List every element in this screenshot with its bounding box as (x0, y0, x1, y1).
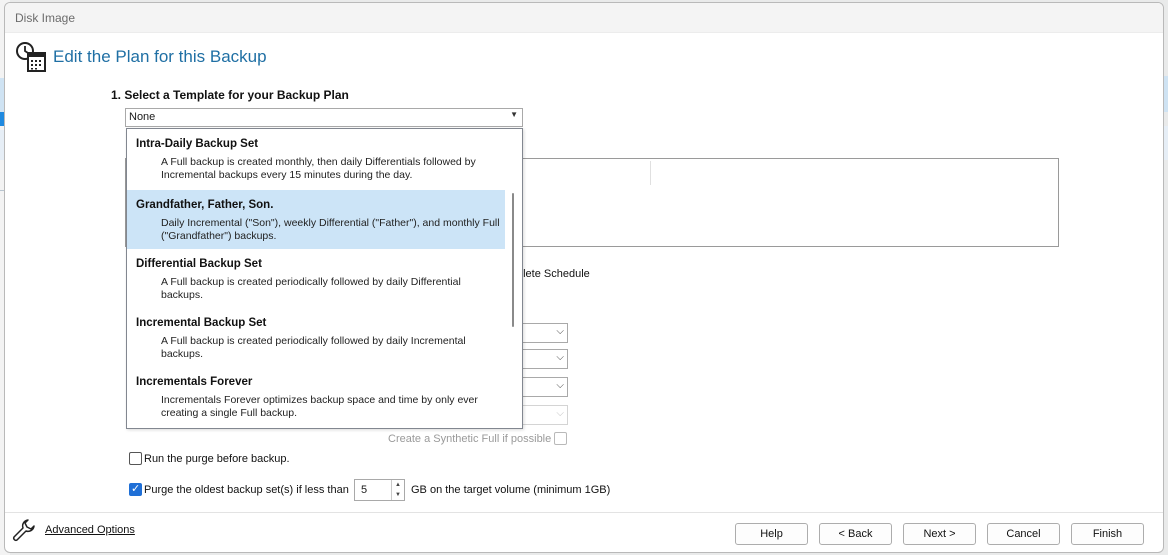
page-header: Edit the Plan for this Backup (15, 41, 267, 73)
template-dropdown-list[interactable]: Intra-Daily Backup Set A Full backup is … (126, 128, 523, 429)
dropdown-item-gfs[interactable]: Grandfather, Father, Son. Daily Incremen… (127, 190, 506, 249)
purge-oldest-label: Purge the oldest backup set(s) if less t… (144, 484, 349, 496)
select-3[interactable]: ⌵ (519, 377, 568, 397)
dropdown-item-desc: A Full backup is created periodically fo… (161, 276, 461, 301)
delete-schedule-link[interactable]: elete Schedule (517, 268, 590, 280)
scrollbar-thumb[interactable] (512, 193, 514, 327)
dropdown-arrow-icon[interactable]: ▼ (510, 110, 518, 119)
advanced-options[interactable]: Advanced Options (11, 517, 135, 543)
window-title: Disk Image (5, 3, 1163, 33)
help-button[interactable]: Help (735, 523, 808, 545)
dropdown-item-title: Incremental Backup Set (136, 317, 267, 329)
stepper-up-icon[interactable]: ▲ (392, 480, 404, 490)
dropdown-item-intra-daily[interactable]: Intra-Daily Backup Set A Full backup is … (127, 129, 506, 188)
dropdown-item-incrementals-forever[interactable]: Incrementals Forever Incrementals Foreve… (127, 367, 506, 426)
back-button[interactable]: < Back (819, 523, 892, 545)
purge-oldest-checkbox[interactable] (129, 482, 142, 496)
chevron-down-icon: ⌵ (556, 380, 564, 391)
advanced-options-link[interactable]: Advanced Options (45, 524, 135, 536)
dropdown-item-desc: Incrementals Forever optimizes backup sp… (161, 394, 478, 419)
dropdown-item-title: Incrementals Forever (136, 376, 253, 388)
column-divider (650, 161, 651, 185)
synthetic-full-label: Create a Synthetic Full if possible (388, 433, 552, 445)
dropdown-item-desc: Daily Incremental ("Son"), weekly Differ… (161, 217, 500, 242)
select-4-disabled: ⌵ (519, 405, 568, 425)
step1-label: 1. Select a Template for your Backup Pla… (111, 88, 349, 102)
stepper-down-icon[interactable]: ▼ (392, 490, 404, 500)
select-1[interactable]: ⌵ (519, 323, 568, 343)
template-combo[interactable]: None ▼ (125, 108, 523, 127)
cancel-button[interactable]: Cancel (987, 523, 1060, 545)
footer-divider (5, 512, 1163, 513)
chevron-down-icon: ⌵ (556, 408, 564, 419)
backup-schedule-icon (16, 42, 46, 72)
synthetic-full-checkbox (554, 432, 567, 445)
next-button[interactable]: Next > (903, 523, 976, 545)
dropdown-item-desc: A Full backup is created monthly, then d… (161, 156, 476, 181)
finish-button[interactable]: Finish (1071, 523, 1144, 545)
chevron-down-icon: ⌵ (556, 326, 564, 337)
disk-image-dialog: Disk Image Edit the Plan for this Backup… (4, 2, 1164, 553)
template-combo-value: None (129, 111, 156, 123)
page-title: Edit the Plan for this Backup (53, 47, 267, 66)
purge-before-checkbox[interactable] (129, 452, 142, 465)
select-2[interactable]: ⌵ (519, 349, 568, 369)
purge-before-label: Run the purge before backup. (144, 453, 290, 465)
purge-size-stepper[interactable]: 5 ▲ ▼ (354, 479, 405, 501)
dropdown-scrollbar[interactable] (505, 129, 522, 428)
purge-size-value[interactable]: 5 (361, 484, 367, 496)
dropdown-item-desc: A Full backup is created periodically fo… (161, 335, 466, 360)
purge-size-suffix: GB on the target volume (minimum 1GB) (411, 484, 611, 496)
dropdown-item-title: Intra-Daily Backup Set (136, 138, 259, 150)
dropdown-item-title: Grandfather, Father, Son. (136, 199, 274, 211)
dropdown-item-differential[interactable]: Differential Backup Set A Full backup is… (127, 249, 506, 308)
wrench-icon (12, 519, 35, 542)
dropdown-item-incremental[interactable]: Incremental Backup Set A Full backup is … (127, 308, 506, 367)
stepper-buttons[interactable]: ▲ ▼ (391, 480, 404, 500)
dropdown-item-title: Differential Backup Set (136, 258, 262, 270)
chevron-down-icon: ⌵ (556, 352, 564, 363)
